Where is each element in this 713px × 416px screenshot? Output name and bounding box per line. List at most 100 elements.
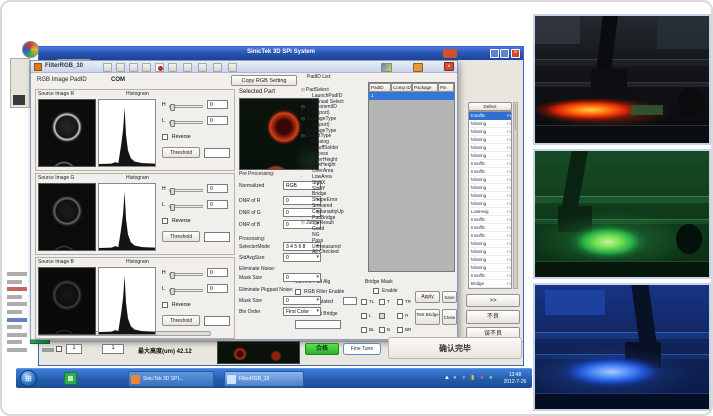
- save-button[interactable]: Save: [442, 291, 457, 303]
- minimize-button[interactable]: [490, 49, 499, 58]
- threshold-value-field[interactable]: [204, 316, 230, 326]
- fine-tune-button[interactable]: Fine Tune: [343, 343, 381, 355]
- defect-row[interactable]: MissingPa: [469, 120, 512, 128]
- pad-table-selected-row[interactable]: 1: [369, 92, 454, 100]
- ng-button[interactable]: 不良: [466, 310, 520, 324]
- defect-list-header[interactable]: Defect: [468, 102, 512, 111]
- pad-table-header[interactable]: Package: [412, 83, 438, 92]
- taskbar-button[interactable]: FilterRGB_10: [224, 371, 304, 387]
- quick-launch-app-icon[interactable]: [64, 372, 77, 385]
- confirm-complete-button[interactable]: 确认完毕: [388, 337, 522, 359]
- h-slider[interactable]: [169, 189, 203, 192]
- bridge-mask-checkbox-BR[interactable]: [397, 327, 403, 333]
- close-button[interactable]: ×: [511, 49, 520, 58]
- defect-list-scrollbar[interactable]: [513, 102, 518, 289]
- taskbar-button[interactable]: SinicTek 3D SPI...: [128, 371, 214, 387]
- bridge-mask-checkbox-L[interactable]: [361, 313, 367, 319]
- toolbar-icon[interactable]: [228, 63, 237, 72]
- threshold-value-field[interactable]: [204, 148, 230, 158]
- toolbar-icon[interactable]: [198, 63, 207, 72]
- tree-item[interactable]: ·All Checked: [301, 249, 367, 255]
- pad-table-header[interactable]: PadID: [369, 83, 391, 92]
- defect-row[interactable]: MissingPa: [469, 176, 512, 184]
- network-icon[interactable]: ●: [453, 373, 457, 383]
- h-value-field[interactable]: 0: [207, 100, 228, 109]
- volume-icon[interactable]: ●: [489, 373, 493, 383]
- threshold-button[interactable]: Threshold: [162, 231, 200, 242]
- param-dropdown[interactable]: 0▾: [283, 273, 321, 282]
- threshold-button[interactable]: Threshold: [162, 315, 200, 326]
- h-slider[interactable]: [169, 273, 203, 276]
- l-slider[interactable]: [169, 121, 203, 124]
- threshold-button[interactable]: Threshold: [162, 147, 200, 158]
- l-slider-thumb[interactable]: [170, 120, 175, 127]
- h-slider[interactable]: [169, 105, 203, 108]
- reverse-checkbox[interactable]: [162, 302, 168, 308]
- defect-row[interactable]: MissingPa: [469, 256, 512, 264]
- h-slider-thumb[interactable]: [170, 188, 175, 195]
- defect-row[interactable]: InsuffSPa: [469, 272, 512, 280]
- status-field-2[interactable]: 1: [102, 344, 124, 354]
- bridge-mask-checkbox-BL[interactable]: [361, 327, 367, 333]
- rgb-filter-enable-checkbox[interactable]: [295, 289, 301, 295]
- pad-table-header[interactable]: Comp ID: [391, 83, 412, 92]
- app-logo-icon[interactable]: [22, 41, 39, 58]
- defect-row[interactable]: InsuffSPa: [469, 232, 512, 240]
- l-value-field[interactable]: 0: [207, 284, 228, 293]
- bridge-mask-enable-checkbox[interactable]: [373, 288, 379, 294]
- status-checkbox[interactable]: [56, 346, 62, 352]
- reverse-checkbox[interactable]: [162, 218, 168, 224]
- bridge-mask-checkbox-TR[interactable]: [397, 299, 403, 305]
- show-hidden-icons-icon[interactable]: ▲: [444, 373, 450, 383]
- record-icon[interactable]: [155, 63, 164, 72]
- antivirus-icon[interactable]: ●: [480, 373, 484, 383]
- defect-row[interactable]: MissingPa: [469, 144, 512, 152]
- param-dropdown[interactable]: 0▾: [283, 296, 321, 305]
- defect-row[interactable]: MissingPa: [469, 184, 512, 192]
- bridge-mask-checkbox-R[interactable]: [397, 313, 403, 319]
- l-slider[interactable]: [169, 289, 203, 292]
- bridge-mask-checkbox-B[interactable]: [379, 327, 385, 333]
- bridge-mask-checkbox-TL[interactable]: [361, 299, 367, 305]
- defect-row[interactable]: MissingPa: [469, 128, 512, 136]
- defect-row[interactable]: MissingPa: [469, 240, 512, 248]
- l-slider[interactable]: [169, 205, 203, 208]
- l-value-field[interactable]: 0: [207, 200, 228, 209]
- defect-row[interactable]: MissingPa: [469, 152, 512, 160]
- height-calculated-field[interactable]: [343, 297, 357, 305]
- defect-row[interactable]: InsuffSPa: [469, 168, 512, 176]
- ime-icon[interactable]: ●: [462, 373, 466, 383]
- copy-rgb-setting-button[interactable]: Copy RGB Setting: [231, 75, 297, 86]
- apply-button[interactable]: Apply: [415, 291, 440, 303]
- dialog-close-button[interactable]: ×: [444, 62, 454, 71]
- toolbar-icon[interactable]: [129, 63, 138, 72]
- defect-row[interactable]: MissingPa: [469, 248, 512, 256]
- h-value-field[interactable]: 0: [207, 184, 228, 193]
- pass-button[interactable]: 合格: [305, 343, 339, 355]
- tool-icon[interactable]: [413, 63, 423, 72]
- manual-test-bridge-field[interactable]: [295, 320, 341, 329]
- toolbar-icon[interactable]: [213, 63, 222, 72]
- bridge-mask-checkbox-T[interactable]: [379, 299, 385, 305]
- test-bridge-button[interactable]: Test Bridge: [415, 309, 440, 325]
- defect-row[interactable]: MissingPa: [469, 264, 512, 272]
- defect-row[interactable]: MissingPa: [469, 192, 512, 200]
- defect-row[interactable]: MissingPa: [469, 200, 512, 208]
- start-button[interactable]: ⊞: [20, 370, 37, 387]
- threshold-value-field[interactable]: [204, 232, 230, 242]
- toolbar-icon[interactable]: [142, 63, 151, 72]
- window-titlebar[interactable]: SinicTek 3D SPI System ×: [39, 47, 523, 60]
- update-shield-icon[interactable]: ▮: [471, 373, 474, 383]
- scrollbar-thumb[interactable]: [515, 104, 516, 130]
- h-slider-thumb[interactable]: [170, 104, 175, 111]
- defect-row[interactable]: BridgePa: [469, 280, 512, 288]
- toolbar-icon[interactable]: [183, 63, 192, 72]
- param-dropdown[interactable]: First Color▾: [283, 307, 321, 316]
- defect-row[interactable]: InsuffSPa: [469, 224, 512, 232]
- h-value-field[interactable]: 0: [207, 268, 228, 277]
- l-slider-thumb[interactable]: [170, 204, 175, 211]
- toolbar-icon[interactable]: [103, 63, 112, 72]
- more-button[interactable]: >>: [466, 294, 520, 307]
- toolbar-icon[interactable]: [168, 63, 177, 72]
- dialog-titlebar[interactable]: FilterRGB_10 ×: [31, 61, 457, 73]
